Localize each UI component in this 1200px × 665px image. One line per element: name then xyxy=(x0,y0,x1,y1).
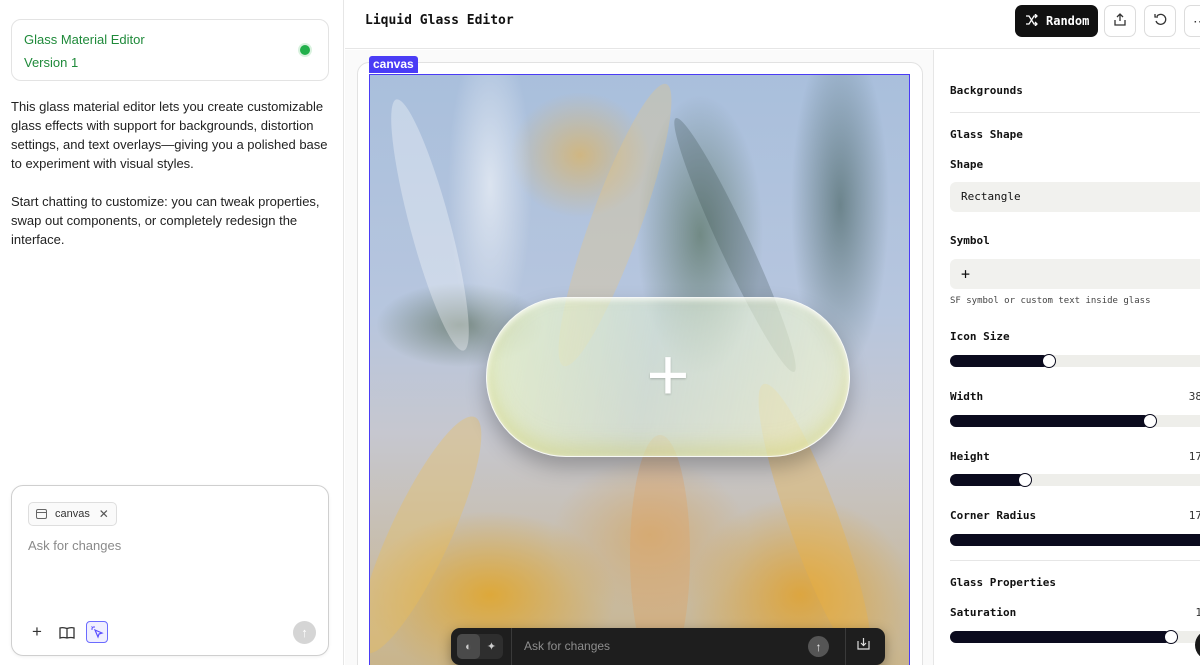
height-value: 17 xyxy=(1188,450,1200,463)
width-slider[interactable] xyxy=(950,414,1200,428)
symbol-input[interactable]: + xyxy=(950,259,1200,289)
saturation-label: Saturation xyxy=(950,606,1017,619)
background-streak xyxy=(377,94,483,356)
project-title: Glass Material Editor xyxy=(24,32,145,47)
slider-handle[interactable] xyxy=(1018,473,1032,487)
corner-radius-slider[interactable] xyxy=(950,534,1200,546)
symbol-hint: SF symbol or custom text inside glass xyxy=(950,296,1151,306)
random-label: Random xyxy=(1046,14,1090,28)
slider-fill xyxy=(950,474,1025,486)
width-label: Width xyxy=(950,390,984,403)
context-chip[interactable]: canvas ✕ xyxy=(28,502,117,526)
slider-handle[interactable] xyxy=(1042,354,1056,368)
message-paragraph: Start chatting to customize: you can twe… xyxy=(11,194,320,247)
icon-size-slider[interactable] xyxy=(950,354,1200,368)
background-streak xyxy=(370,404,503,665)
select-element-icon[interactable] xyxy=(86,621,108,643)
slider-handle[interactable] xyxy=(1143,414,1157,428)
shape-select[interactable]: Rectangle xyxy=(950,182,1200,212)
chip-label: canvas xyxy=(55,508,90,520)
chat-toolbar: + xyxy=(26,621,108,643)
shuffle-icon xyxy=(1025,13,1038,29)
project-version: Version 1 xyxy=(24,55,79,70)
icon-size-label: Icon Size xyxy=(950,330,1010,343)
canvas-tag: canvas xyxy=(369,56,418,73)
magic-wand-icon[interactable]: ✦ xyxy=(480,634,503,659)
reset-button[interactable] xyxy=(1144,5,1176,37)
plus-icon[interactable]: + xyxy=(26,621,48,643)
slider-fill xyxy=(950,415,1150,427)
send-button[interactable]: ↑ xyxy=(293,621,316,644)
palette-icon[interactable]: ◐ xyxy=(457,634,480,659)
canvas-stage: canvas + ◐ ✦ Ask for changes ↑ xyxy=(345,50,934,665)
share-icon xyxy=(1114,13,1126,29)
mode-toggle: ◐ ✦ xyxy=(457,634,503,659)
more-icon: ⋯ xyxy=(1193,12,1200,29)
window-icon xyxy=(36,509,47,519)
close-icon[interactable]: ✕ xyxy=(99,503,109,525)
glass-pill[interactable]: + xyxy=(486,297,850,457)
properties-panel: Backgrounds Glass Shape Shape Rectangle … xyxy=(935,50,1200,665)
saturation-slider[interactable] xyxy=(950,630,1200,644)
slider-fill xyxy=(950,355,1049,367)
app-root: Glass Material Editor Version 1 This gla… xyxy=(0,0,1200,665)
slider-handle[interactable] xyxy=(1164,630,1178,644)
status-indicator xyxy=(300,45,310,55)
chat-sidebar: Glass Material Editor Version 1 This gla… xyxy=(0,0,344,665)
glass-symbol: + xyxy=(646,333,690,416)
symbol-label: Symbol xyxy=(950,234,990,247)
section-backgrounds[interactable]: Backgrounds xyxy=(950,84,1023,97)
divider xyxy=(950,560,1200,561)
floating-prompt-bar: ◐ ✦ Ask for changes ↑ xyxy=(451,628,885,665)
divider xyxy=(511,628,512,665)
undo-icon xyxy=(1153,13,1167,29)
corner-radius-label: Corner Radius xyxy=(950,509,1037,522)
export-icon[interactable] xyxy=(857,637,870,653)
section-glass-shape: Glass Shape xyxy=(950,128,1023,141)
chat-input[interactable]: Ask for changes xyxy=(28,538,121,553)
glass-canvas[interactable]: + ◐ ✦ Ask for changes ↑ xyxy=(369,74,910,665)
assistant-message: This glass material editor lets you crea… xyxy=(11,97,329,249)
floating-prompt-input[interactable]: Ask for changes xyxy=(524,639,610,653)
height-slider[interactable] xyxy=(950,473,1200,487)
app-title: Liquid Glass Editor xyxy=(365,13,514,28)
message-paragraph: This glass material editor lets you crea… xyxy=(11,99,328,171)
share-button[interactable] xyxy=(1104,5,1136,37)
divider xyxy=(845,628,846,665)
width-value: 38 xyxy=(1188,390,1200,403)
project-card[interactable]: Glass Material Editor Version 1 xyxy=(11,19,329,81)
top-bar: Liquid Glass Editor Random ⋯ xyxy=(345,0,1200,49)
height-label: Height xyxy=(950,450,990,463)
random-button[interactable]: Random xyxy=(1015,5,1098,37)
divider xyxy=(950,112,1200,113)
shape-label: Shape xyxy=(950,158,984,171)
corner-radius-value: 17 xyxy=(1188,509,1200,522)
chat-input-box[interactable]: canvas ✕ Ask for changes + ↑ xyxy=(11,485,329,656)
saturation-value: 1 xyxy=(1195,606,1200,619)
more-button[interactable]: ⋯ xyxy=(1184,5,1200,37)
slider-fill xyxy=(950,534,1200,546)
floating-send-button[interactable]: ↑ xyxy=(808,636,829,657)
section-glass-properties: Glass Properties xyxy=(950,576,1056,589)
slider-fill xyxy=(950,631,1171,643)
book-icon[interactable] xyxy=(56,621,78,643)
